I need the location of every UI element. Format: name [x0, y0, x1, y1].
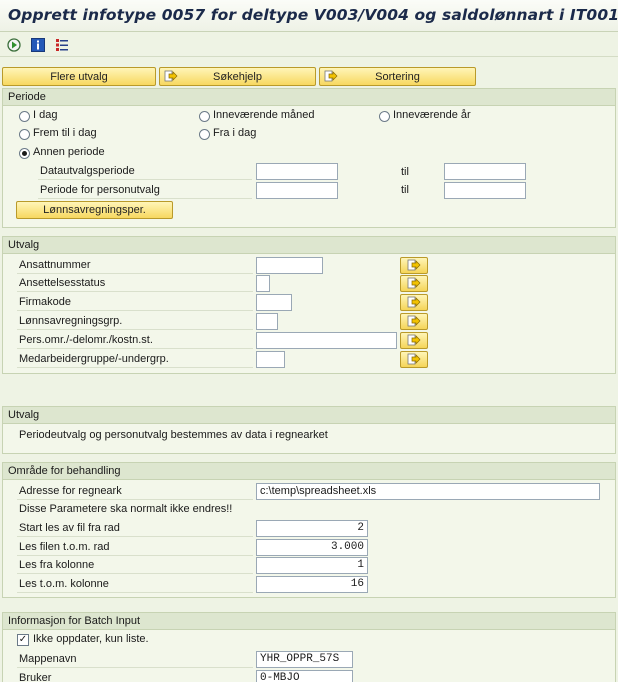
- radio-current-month[interactable]: [199, 111, 210, 122]
- personnel-area-label: Pers.omr./-delomr./kostn.st.: [17, 331, 253, 349]
- to-column-input[interactable]: 16: [256, 576, 368, 593]
- section-header: Periode: [3, 89, 615, 106]
- page-title: Opprett infotype 0057 for deltype V003/V…: [8, 6, 618, 24]
- batch-section: Informasjon for Batch Input ✓ Ikke oppda…: [2, 612, 616, 682]
- radio-other-period-label: Annen periode: [33, 146, 105, 158]
- section-header: Utvalg: [3, 237, 615, 254]
- multiple-selection-button[interactable]: [400, 294, 428, 311]
- radio-up-to-today[interactable]: [19, 129, 30, 140]
- parameter-note: Disse Parametere ska normalt ikke endres…: [19, 503, 233, 515]
- radio-today[interactable]: [19, 111, 30, 122]
- employee-group-input[interactable]: [256, 351, 285, 368]
- person-period-to-input[interactable]: [444, 182, 526, 199]
- no-update-checkbox[interactable]: ✓: [17, 634, 29, 646]
- employment-status-label: Ansettelsesstatus: [17, 274, 253, 292]
- personnel-area-input[interactable]: [256, 332, 397, 349]
- folder-name-label: Mappenavn: [17, 650, 253, 668]
- search-help-button[interactable]: Søkehjelp: [159, 67, 316, 86]
- employee-number-label: Ansattnummer: [17, 256, 253, 274]
- radio-today-label: I dag: [33, 109, 58, 121]
- payroll-period-button[interactable]: Lønnsavregningsper.: [16, 201, 173, 219]
- section-header: Område for behandling: [3, 463, 615, 480]
- company-code-input[interactable]: [256, 294, 292, 311]
- more-selections-button[interactable]: Flere utvalg: [2, 67, 156, 86]
- radio-current-year[interactable]: [379, 111, 390, 122]
- person-period-from-input[interactable]: [256, 182, 338, 199]
- from-column-label: Les fra kolonne: [17, 556, 253, 574]
- start-row-input[interactable]: 2: [256, 520, 368, 537]
- radio-current-month-label: Inneværende måned: [213, 109, 315, 121]
- periode-section: Periode I dag Inneværende måned Innevære…: [2, 88, 616, 228]
- user-input[interactable]: 0-MBJO: [256, 670, 353, 682]
- execute-icon[interactable]: [6, 37, 22, 53]
- utvalg-info-section: Utvalg Periodeutvalg og personutvalg bes…: [2, 406, 616, 454]
- data-period-from-input[interactable]: [256, 163, 338, 180]
- sorting-button[interactable]: Sortering: [319, 67, 476, 86]
- selection-button-row: Flere utvalg Søkehjelp Sortering: [2, 67, 476, 87]
- multiple-selection-button[interactable]: [400, 275, 428, 292]
- omrade-section: Område for behandling Adresse for regnea…: [2, 462, 616, 598]
- section-header: Informasjon for Batch Input: [3, 613, 615, 630]
- to-column-label: Les t.o.m. kolonne: [17, 575, 253, 593]
- employee-number-input[interactable]: [256, 257, 323, 274]
- title-bar: Opprett infotype 0057 for deltype V003/V…: [0, 0, 618, 32]
- radio-other-period[interactable]: [19, 148, 30, 159]
- payroll-area-label: Lønnsavregningsgrp.: [17, 312, 253, 330]
- person-period-label: Periode for personutvalg: [38, 181, 252, 199]
- from-column-input[interactable]: 1: [256, 557, 368, 574]
- app-toolbar: [0, 33, 618, 57]
- radio-current-year-label: Inneværende år: [393, 109, 471, 121]
- radio-from-today-label: Fra i dag: [213, 127, 257, 139]
- utvalg-section: Utvalg Ansattnummer Ansettelsesstatus Fi…: [2, 236, 616, 374]
- section-header: Utvalg: [3, 407, 615, 424]
- data-period-to-input[interactable]: [444, 163, 526, 180]
- multiple-selection-button[interactable]: [400, 351, 428, 368]
- variant-icon[interactable]: [54, 37, 70, 53]
- start-row-label: Start les av fil fra rad: [17, 519, 253, 537]
- spreadsheet-address-label: Adresse for regneark: [17, 482, 253, 500]
- info-icon[interactable]: [30, 37, 46, 53]
- spreadsheet-address-input[interactable]: c:\temp\spreadsheet.xls: [256, 483, 600, 500]
- radio-up-to-today-label: Frem til i dag: [33, 127, 97, 139]
- data-period-label: Datautvalgsperiode: [38, 162, 252, 180]
- info-text: Periodeutvalg og personutvalg bestemmes …: [19, 429, 328, 441]
- user-label: Bruker: [17, 669, 253, 682]
- folder-name-input[interactable]: YHR_OPPR_57S: [256, 651, 353, 668]
- radio-from-today[interactable]: [199, 129, 210, 140]
- arrow-right-icon: [324, 70, 338, 86]
- arrow-right-icon: [164, 70, 178, 86]
- employee-group-label: Medarbeidergruppe/-undergrp.: [17, 350, 253, 368]
- to-label: til: [401, 184, 409, 196]
- no-update-label: Ikke oppdater, kun liste.: [33, 633, 149, 645]
- company-code-label: Firmakode: [17, 293, 253, 311]
- employment-status-input[interactable]: [256, 275, 270, 292]
- end-row-input[interactable]: 3.000: [256, 539, 368, 556]
- payroll-area-input[interactable]: [256, 313, 278, 330]
- end-row-label: Les filen t.o.m. rad: [17, 538, 253, 556]
- multiple-selection-button[interactable]: [400, 257, 428, 274]
- to-label: til: [401, 166, 409, 178]
- multiple-selection-button[interactable]: [400, 332, 428, 349]
- multiple-selection-button[interactable]: [400, 313, 428, 330]
